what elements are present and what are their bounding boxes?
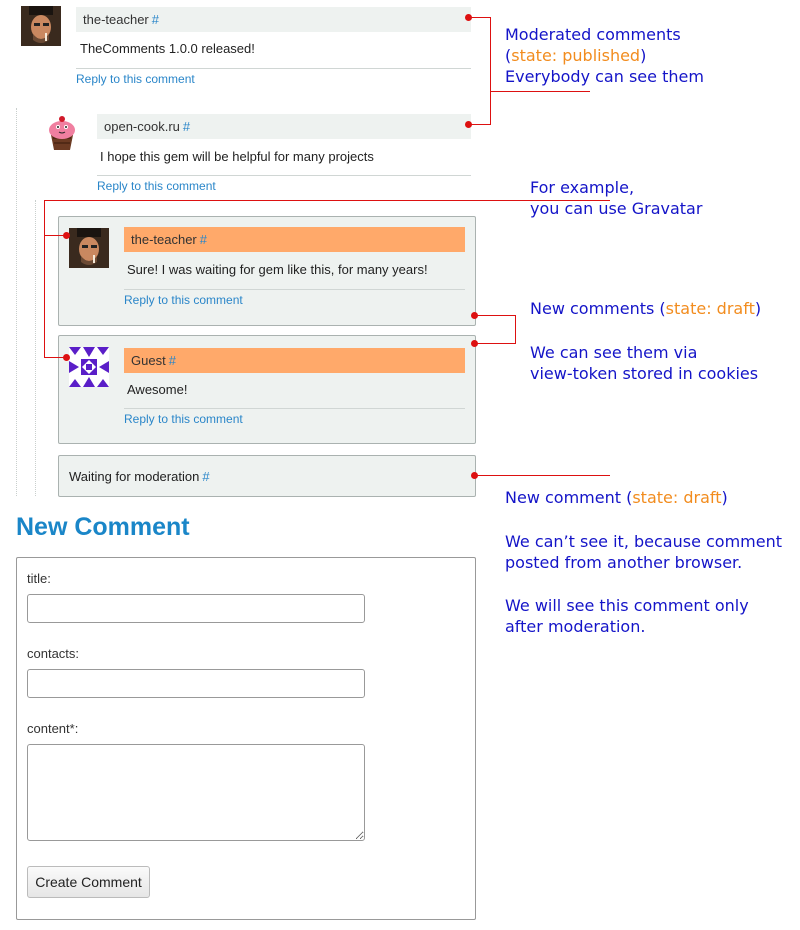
reply-link[interactable]: Reply to this comment bbox=[124, 293, 243, 307]
comment-text: Sure! I was waiting for gem like this, f… bbox=[127, 262, 428, 277]
comment-permalink[interactable]: # bbox=[200, 232, 207, 247]
reply-link[interactable]: Reply to this comment bbox=[97, 179, 216, 193]
new-comment-form: title: contacts: content*: Create Commen… bbox=[16, 557, 476, 920]
reply-link[interactable]: Reply to this comment bbox=[124, 412, 243, 426]
pointer-dot bbox=[471, 340, 478, 347]
annotation-new-comments: New comments (state: draft) bbox=[530, 299, 762, 318]
title-label: title: bbox=[27, 571, 51, 586]
comment-divider bbox=[97, 175, 471, 176]
comment-header: open-cook.ru # bbox=[97, 114, 471, 139]
comment-divider bbox=[124, 408, 465, 409]
comment-permalink[interactable]: # bbox=[183, 119, 190, 134]
avatar bbox=[69, 347, 109, 387]
comment-header: the-teacher # bbox=[76, 7, 471, 32]
comment-divider bbox=[124, 289, 465, 290]
content-textarea[interactable] bbox=[27, 744, 365, 841]
annotation-new-comment: New comment (state: draft) bbox=[505, 488, 728, 507]
comment-header: Guest # bbox=[124, 348, 465, 373]
comment-text: I hope this gem will be helpful for many… bbox=[100, 149, 374, 164]
content-label: content*: bbox=[27, 721, 79, 736]
annotation-cant-see: We can’t see it, because comment posted … bbox=[505, 532, 783, 572]
waiting-moderation-text: Waiting for moderation # bbox=[69, 469, 210, 484]
draft-comment: the-teacher # Sure! I was waiting for gem… bbox=[58, 216, 476, 326]
comment-author: the-teacher bbox=[83, 12, 149, 27]
contacts-input[interactable] bbox=[27, 669, 365, 698]
title-input[interactable] bbox=[27, 594, 365, 623]
avatar bbox=[42, 113, 82, 153]
thread-guide-line bbox=[16, 108, 17, 496]
comment-permalink[interactable]: # bbox=[202, 469, 209, 484]
thread-guide-line bbox=[35, 200, 36, 496]
comment-text: Awesome! bbox=[127, 382, 188, 397]
avatar bbox=[21, 6, 61, 46]
comment-permalink[interactable]: # bbox=[169, 353, 176, 368]
contacts-label: contacts: bbox=[27, 646, 80, 661]
comment-text: TheComments 1.0.0 released! bbox=[80, 41, 255, 56]
annotation-moderated: Moderated comments (state: published) Ev… bbox=[505, 25, 704, 86]
waiting-moderation-box: Waiting for moderation # bbox=[58, 455, 476, 497]
comment-author: the-teacher bbox=[131, 232, 197, 247]
comment-divider bbox=[76, 68, 471, 69]
comment-header: the-teacher # bbox=[124, 227, 465, 252]
comment-permalink[interactable]: # bbox=[152, 12, 159, 27]
comment-author: Guest bbox=[131, 353, 166, 368]
comment-author: open-cook.ru bbox=[104, 119, 180, 134]
annotation-view-token: We can see them via view-token stored in… bbox=[530, 343, 759, 383]
create-comment-button[interactable]: Create Comment bbox=[27, 866, 150, 898]
reply-link[interactable]: Reply to this comment bbox=[76, 72, 195, 86]
annotation-after-moderation: We will see this comment only after mode… bbox=[505, 596, 749, 636]
annotation-gravatar: For example, you can use Gravatar bbox=[530, 178, 703, 218]
avatar bbox=[69, 228, 109, 268]
new-comment-heading: New Comment bbox=[16, 513, 190, 541]
draft-comment: Guest # Awesome! Reply to this comment bbox=[58, 335, 476, 444]
